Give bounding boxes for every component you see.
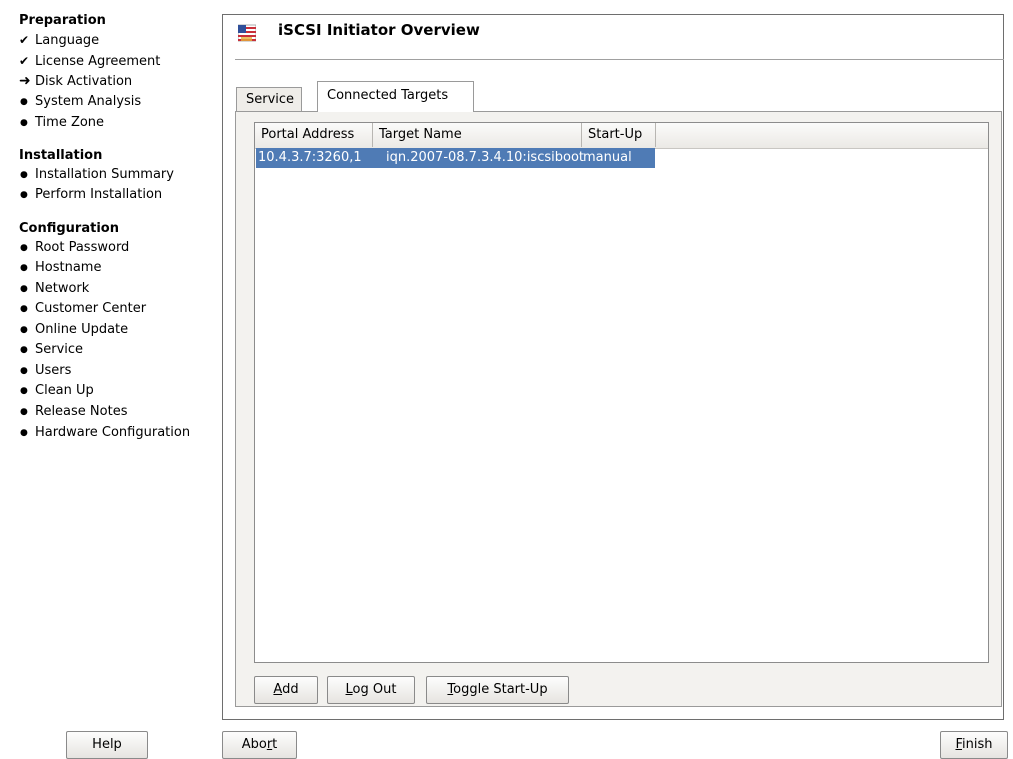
bullet-icon: ● (20, 170, 28, 180)
step-label: Hardware Configuration (35, 425, 191, 440)
step-customer-center: ● Customer Center (19, 299, 146, 319)
cell-portal-address: 10.4.3.7:3260,1 (258, 150, 362, 165)
step-label: Clean Up (35, 383, 94, 398)
step-users: ● Users (19, 361, 71, 381)
step-label: Root Password (35, 240, 130, 255)
bullet-icon: ● (20, 345, 28, 355)
step-label: Customer Center (35, 301, 147, 316)
section-title-preparation: Preparation (19, 13, 106, 28)
step-online-update: ● Online Update (19, 320, 128, 340)
step-time-zone: ● Time Zone (19, 113, 104, 133)
bullet-icon: ● (20, 407, 28, 417)
current-step-arrow-icon: ➜ (19, 73, 31, 89)
add-button[interactable]: Add (254, 676, 318, 704)
step-label: Online Update (35, 322, 129, 337)
checkmark-icon: ✔ (19, 33, 30, 47)
step-system-analysis: ● System Analysis (19, 92, 141, 112)
bullet-icon: ● (20, 190, 28, 200)
step-license-agreement: ✔ License Agreement (19, 51, 160, 71)
help-button[interactable]: Help (66, 731, 148, 759)
installation-steps-sidebar: Preparation ✔ Language ✔ License Agreement… (0, 0, 215, 725)
bullet-icon: ● (20, 97, 28, 107)
connected-targets-table[interactable]: Portal Address Target Name Start-Up 10.4… (254, 122, 989, 663)
bullet-icon: ● (20, 243, 28, 253)
step-language: ✔ Language (19, 30, 99, 50)
step-network: ● Network (19, 279, 89, 299)
title-divider (235, 59, 1004, 60)
tab-connected-targets[interactable]: Connected Targets (317, 81, 474, 112)
bullet-icon: ● (20, 263, 28, 273)
step-label: Network (35, 281, 90, 296)
abort-button[interactable]: Abort (222, 731, 297, 759)
step-clean-up: ● Clean Up (19, 381, 94, 401)
step-perform-installation: ● Perform Installation (19, 185, 162, 205)
step-hostname: ● Hostname (19, 258, 101, 278)
step-label: Perform Installation (35, 187, 163, 202)
step-label: Time Zone (35, 115, 105, 130)
cell-target-name: iqn.2007-08.7.3.4.10:iscsiboot (386, 150, 584, 165)
finish-button[interactable]: Finish (940, 731, 1008, 759)
step-label: Release Notes (35, 404, 128, 419)
bullet-icon: ● (20, 386, 28, 396)
step-hardware-configuration: ● Hardware Configuration (19, 423, 190, 443)
step-label: Disk Activation (35, 74, 133, 89)
step-label: Service (35, 342, 84, 357)
log-out-button[interactable]: Log Out (327, 676, 415, 704)
toggle-start-up-button[interactable]: Toggle Start-Up (426, 676, 569, 704)
step-label: Language (35, 33, 100, 48)
bullet-icon: ● (20, 428, 28, 438)
bullet-icon: ● (20, 118, 28, 128)
page-title: iSCSI Initiator Overview (278, 21, 480, 39)
column-header-portal-address[interactable]: Portal Address (255, 123, 373, 147)
column-header-target-name[interactable]: Target Name (373, 123, 582, 147)
bullet-icon: ● (20, 325, 28, 335)
step-label: License Agreement (35, 54, 161, 69)
step-service: ● Service (19, 340, 83, 360)
table-header: Portal Address Target Name Start-Up (255, 123, 988, 149)
step-installation-summary: ● Installation Summary (19, 165, 174, 185)
step-label: Users (35, 363, 72, 378)
tab-panel-connected-targets: Portal Address Target Name Start-Up 10.4… (235, 111, 1002, 707)
us-flag-icon (238, 24, 256, 42)
bullet-icon: ● (20, 284, 28, 294)
bullet-icon: ● (20, 304, 28, 314)
bullet-icon: ● (20, 366, 28, 376)
tab-service[interactable]: Service (236, 87, 302, 111)
checkmark-icon: ✔ (19, 54, 30, 68)
table-row[interactable]: 10.4.3.7:3260,1 iqn.2007-08.7.3.4.10:isc… (256, 148, 655, 168)
step-label: System Analysis (35, 94, 142, 109)
step-release-notes: ● Release Notes (19, 402, 127, 422)
column-header-start-up[interactable]: Start-Up (582, 123, 656, 147)
step-disk-activation: ➜ Disk Activation (19, 71, 132, 91)
main-content-frame: iSCSI Initiator Overview Service Connect… (222, 14, 1004, 720)
step-label: Installation Summary (35, 167, 174, 182)
step-root-password: ● Root Password (19, 238, 129, 258)
section-title-installation: Installation (19, 148, 103, 163)
step-label: Hostname (35, 260, 102, 275)
cell-start-up: manual (583, 150, 632, 165)
section-title-configuration: Configuration (19, 221, 119, 236)
